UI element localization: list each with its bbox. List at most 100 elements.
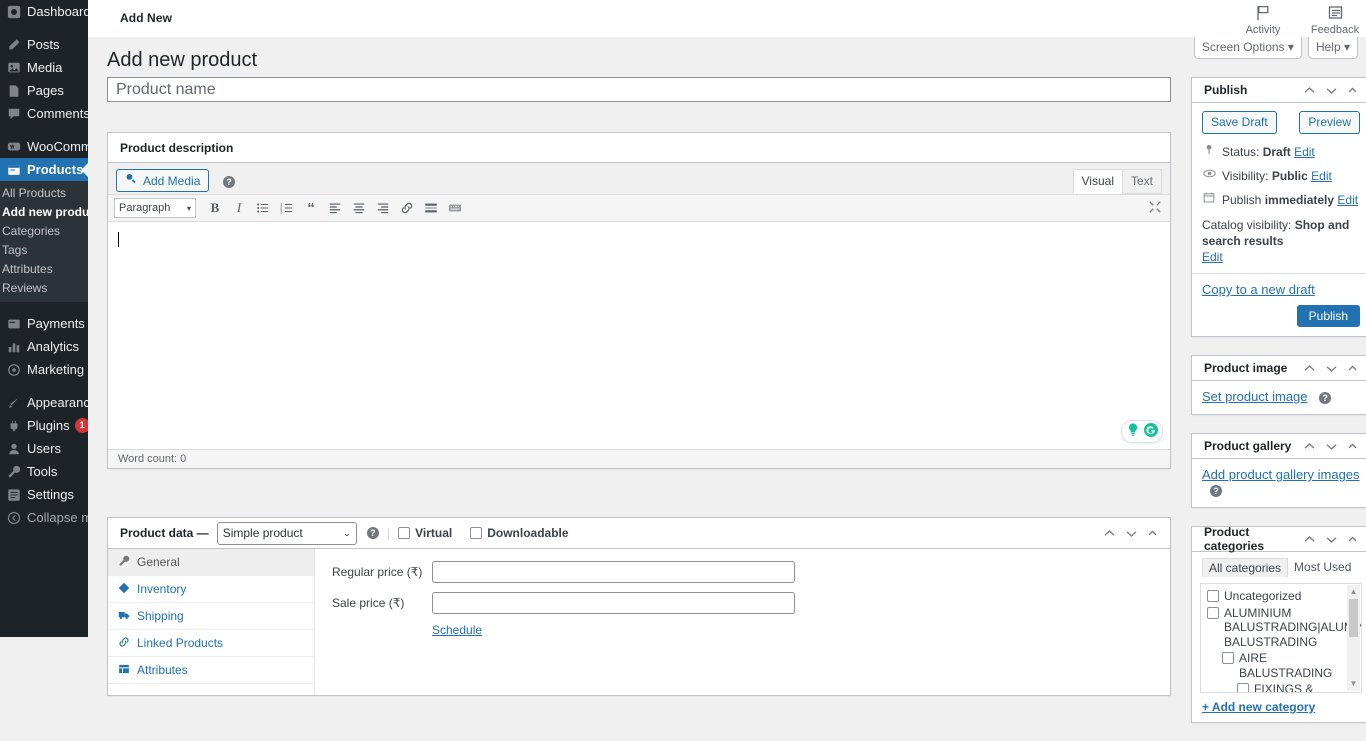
sidebar-item-products[interactable]: Products	[0, 158, 88, 181]
activity-button[interactable]: Activity	[1238, 0, 1288, 36]
sidebar-item-collapse-menu[interactable]: Collapse menu	[0, 506, 88, 529]
submenu-item-add-new-product[interactable]: Add new product	[0, 203, 88, 222]
align-right-icon[interactable]	[372, 198, 394, 218]
adminbar-add-new[interactable]: Add New	[120, 11, 172, 25]
submenu-item-attributes[interactable]: Attributes	[0, 260, 88, 279]
schedule-sale-link[interactable]: Schedule	[432, 623, 1170, 637]
tab-all-categories[interactable]: All categories	[1202, 558, 1289, 577]
sidebar-item-appearance[interactable]: Appearance	[0, 391, 88, 414]
tab-general[interactable]: General	[108, 549, 314, 576]
sidebar-item-plugins[interactable]: Plugins 1	[0, 414, 88, 437]
publish-button[interactable]: Publish	[1296, 305, 1360, 327]
link-icon[interactable]	[396, 198, 418, 218]
sidebar-item-woocommerce[interactable]: WooCommerce	[0, 135, 88, 158]
sidebar-item-analytics[interactable]: Analytics	[0, 335, 88, 358]
submenu-item-all-products[interactable]: All Products	[0, 184, 88, 203]
sidebar-item-media[interactable]: Media	[0, 56, 88, 79]
move-down-icon[interactable]	[1325, 533, 1338, 546]
toggle-panel-icon[interactable]	[1347, 363, 1358, 374]
scroll-down-icon[interactable]: ▼	[1350, 677, 1358, 692]
set-product-image-link[interactable]: Set product image	[1202, 389, 1308, 404]
category-item[interactable]: Uncategorized	[1207, 588, 1355, 605]
help-button[interactable]: Help ▾	[1307, 37, 1358, 59]
product-type-help-icon[interactable]: ?	[366, 527, 379, 539]
toggle-panel-icon[interactable]	[1347, 534, 1358, 545]
toolbar-toggle-icon[interactable]	[444, 198, 466, 218]
tab-linked-products[interactable]: Linked Products	[108, 630, 314, 657]
feedback-button[interactable]: Feedback	[1310, 0, 1360, 36]
add-new-category-link[interactable]: + Add new category	[1202, 700, 1315, 714]
virtual-checkbox[interactable]	[398, 527, 411, 539]
downloadable-label[interactable]: Downloadable	[487, 526, 568, 540]
category-checkbox[interactable]	[1207, 606, 1219, 619]
tab-attributes[interactable]: Attributes	[108, 657, 314, 684]
product-gallery-help-icon[interactable]: ?	[1210, 484, 1222, 497]
toggle-panel-icon[interactable]	[1347, 441, 1358, 452]
copy-to-new-draft-link[interactable]: Copy to a new draft	[1202, 282, 1315, 297]
product-type-select[interactable]: Simple product ⌄	[216, 521, 357, 545]
edit-catalog-visibility-link[interactable]: Edit	[1202, 250, 1223, 264]
virtual-label[interactable]: Virtual	[415, 526, 452, 540]
editor-content-area[interactable]	[108, 222, 1170, 449]
sidebar-item-users[interactable]: Users	[0, 437, 88, 460]
tab-inventory[interactable]: Inventory	[108, 576, 314, 603]
move-down-icon[interactable]	[1325, 84, 1338, 97]
submenu-item-tags[interactable]: Tags	[0, 241, 88, 260]
move-down-icon[interactable]	[1325, 440, 1338, 453]
submenu-item-categories[interactable]: Categories	[0, 222, 88, 241]
submenu-item-reviews[interactable]: Reviews	[0, 279, 88, 298]
downloadable-checkbox[interactable]	[470, 527, 483, 539]
move-up-icon[interactable]	[1103, 527, 1116, 540]
category-checkbox[interactable]	[1237, 683, 1249, 692]
tab-shipping[interactable]: Shipping	[108, 603, 314, 630]
category-checklist[interactable]: Uncategorized ALUMINIUM BALUSTRADING|ALU…	[1200, 583, 1362, 693]
regular-price-input[interactable]	[432, 561, 795, 583]
edit-status-link[interactable]: Edit	[1294, 145, 1315, 159]
scrollbar-thumb[interactable]	[1349, 599, 1358, 637]
sidebar-item-comments[interactable]: Comments	[0, 102, 88, 125]
tab-visual[interactable]: Visual	[1072, 169, 1123, 194]
distraction-free-icon[interactable]	[1148, 200, 1162, 217]
sidebar-item-pages[interactable]: Pages	[0, 79, 88, 102]
move-up-icon[interactable]	[1303, 84, 1316, 97]
read-more-icon[interactable]	[420, 198, 442, 218]
product-image-help-icon[interactable]: ?	[1319, 391, 1332, 404]
bold-icon[interactable]: B	[204, 198, 226, 218]
numbered-list-icon[interactable]: 123	[276, 198, 298, 218]
align-center-icon[interactable]	[348, 198, 370, 218]
toggle-panel-icon[interactable]	[1347, 85, 1358, 96]
move-up-icon[interactable]	[1303, 362, 1316, 375]
product-name-input[interactable]	[107, 77, 1171, 102]
bulleted-list-icon[interactable]	[252, 198, 274, 218]
category-checkbox[interactable]	[1222, 652, 1234, 664]
category-item[interactable]: FIXINGS & ACCESSORIES	[1207, 681, 1355, 692]
tab-text[interactable]: Text	[1121, 169, 1162, 194]
category-item[interactable]: AIRE BALUSTRADING	[1207, 650, 1355, 681]
edit-publish-date-link[interactable]: Edit	[1337, 193, 1358, 207]
italic-icon[interactable]: I	[228, 198, 250, 218]
edit-visibility-link[interactable]: Edit	[1311, 169, 1332, 183]
sidebar-item-posts[interactable]: Posts	[0, 33, 88, 56]
move-up-icon[interactable]	[1303, 533, 1316, 546]
paragraph-format-select[interactable]: Paragraph ▾	[114, 198, 196, 218]
scroll-up-icon[interactable]: ▲	[1350, 585, 1358, 600]
description-help-icon[interactable]: ?	[223, 175, 235, 188]
sale-price-input[interactable]	[432, 592, 795, 614]
category-list-scrollbar[interactable]: ▲ ▼	[1347, 585, 1360, 691]
sidebar-item-payments[interactable]: Payments 1	[0, 312, 88, 335]
grammarly-badge[interactable]	[1121, 420, 1163, 443]
move-down-icon[interactable]	[1325, 362, 1338, 375]
blockquote-icon[interactable]: “	[300, 198, 322, 218]
sidebar-item-settings[interactable]: Settings	[0, 483, 88, 506]
screen-options-button[interactable]: Screen Options ▾	[1193, 37, 1302, 59]
save-draft-button[interactable]: Save Draft	[1202, 111, 1277, 134]
move-up-icon[interactable]	[1303, 440, 1316, 453]
align-left-icon[interactable]	[324, 198, 346, 218]
add-media-button[interactable]: Add Media	[116, 169, 210, 192]
sidebar-item-tools[interactable]: Tools	[0, 460, 88, 483]
category-checkbox[interactable]	[1207, 590, 1219, 602]
sidebar-item-dashboard[interactable]: Dashboard	[0, 0, 88, 23]
add-gallery-images-link[interactable]: Add product gallery images	[1202, 467, 1360, 482]
tab-most-used[interactable]: Most Used	[1288, 558, 1357, 577]
move-down-icon[interactable]	[1125, 527, 1138, 540]
